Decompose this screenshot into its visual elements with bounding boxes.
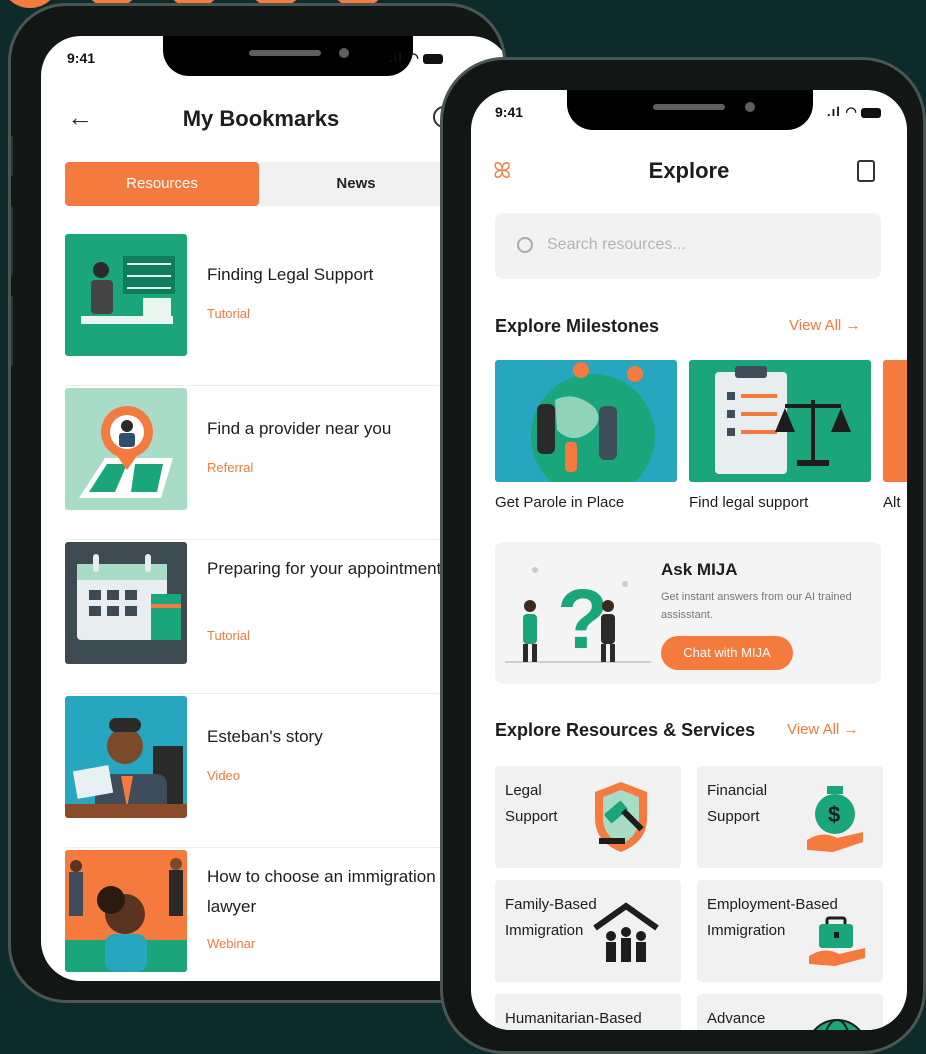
provider-map-illustration [65, 388, 187, 510]
gavel-shield-icon [595, 782, 647, 852]
signal-icon: .ıl [389, 50, 403, 65]
legal-support-illustration [65, 234, 187, 356]
item-title: Find a provider near you [207, 419, 392, 438]
milestone-label: Find legal support [689, 494, 809, 511]
calendar-illustration [65, 542, 187, 664]
milestones-heading: Explore Milestones [495, 316, 660, 336]
list-item[interactable]: Preparing for your appointment Tutorial … [65, 540, 485, 694]
status-icons: .ıl ◠ [827, 104, 881, 120]
bookmark-list: Finding Legal Support Tutorial Find a pr… [65, 232, 485, 981]
item-type: Tutorial [207, 306, 250, 321]
item-type: Webinar [207, 936, 256, 951]
signal-icon: .ıl [827, 104, 841, 119]
wifi-icon: ◠ [407, 50, 420, 65]
briefcase-hand-icon [809, 916, 865, 966]
milestone-label: Alt [883, 494, 901, 511]
clipboard-scales-illustration [689, 360, 871, 482]
svg-text:$: $ [828, 802, 840, 827]
list-item[interactable]: How to choose an immigration lawyer Webi… [65, 848, 485, 981]
explore-screen: 9:41 .ıl ◠ ꕤ Explore Search resources...… [471, 90, 907, 1030]
battery-icon [422, 53, 443, 64]
chat-with-mija-button[interactable]: Chat with MIJA [661, 636, 793, 670]
milestones-view-all[interactable]: View All → [789, 317, 860, 334]
status-time: 9:41 [67, 50, 96, 66]
service-label: Financial Support [707, 782, 768, 825]
item-title: How to choose an immigration lawyer [207, 867, 436, 916]
service-label: Legal Support [505, 782, 558, 825]
wifi-icon: ◠ [845, 104, 858, 119]
item-type: Tutorial [207, 628, 250, 643]
page-title: Explore [648, 158, 730, 183]
status-icons: .ıl ◠ [389, 50, 443, 66]
item-title: Preparing for your appointment [207, 559, 442, 578]
page-title: My Bookmarks [182, 106, 340, 131]
list-item[interactable]: Esteban's story Video › [65, 694, 485, 848]
services-heading: Explore Resources & Services [495, 720, 756, 740]
battery-icon [860, 107, 881, 118]
webinar-lawyer-illustration [65, 850, 187, 972]
hands-icon [563, 1026, 593, 1030]
ask-title: Ask MIJA [661, 560, 738, 579]
bookmarks-screen: 9:41 .ıl ◠ ← My Bookmarks Resources News [41, 36, 503, 981]
arrow-right-icon: → [845, 317, 861, 334]
tab-resources[interactable]: Resources [65, 162, 259, 206]
item-title: Finding Legal Support [207, 265, 374, 284]
bookmarks-phone: 9:41 .ıl ◠ ← My Bookmarks Resources News [8, 3, 506, 1003]
service-financial-support[interactable]: Financial Support $ [697, 766, 883, 868]
notch [567, 90, 813, 130]
bookmark-icon[interactable] [857, 160, 875, 182]
list-item[interactable]: Find a provider near you Referral › [65, 386, 485, 540]
money-bag-hand-icon: $ [807, 786, 863, 852]
ask-description: Get instant answers from our AI trained … [661, 591, 852, 621]
search-input[interactable]: Search resources... [495, 213, 881, 279]
service-legal-support[interactable]: Legal Support [495, 766, 681, 868]
status-time: 9:41 [495, 104, 524, 120]
service-family-based[interactable]: Family-Based Immigration [495, 880, 681, 982]
search-placeholder: Search resources... [547, 236, 686, 253]
globe-icon [813, 1019, 861, 1030]
service-advance[interactable]: Advance [697, 994, 883, 1030]
arrow-right-icon: → [843, 721, 859, 738]
service-employment-based[interactable]: Employment-Based Immigration [697, 880, 883, 982]
service-humanitarian-based[interactable]: Humanitarian-Based [495, 994, 681, 1030]
notch [163, 36, 413, 76]
svg-text:?: ? [557, 572, 608, 666]
family-house-icon [593, 902, 659, 962]
tab-news[interactable]: News [259, 162, 453, 206]
milestone-card-legal[interactable] [689, 360, 871, 482]
milestone-card-parole[interactable] [495, 360, 677, 482]
search-icon [517, 237, 533, 253]
services-view-all[interactable]: View All → [787, 721, 858, 738]
question-people-illustration: ? [505, 567, 651, 666]
milestone-card-alt[interactable] [883, 360, 907, 482]
video-story-illustration [65, 696, 187, 818]
milestone-label: Get Parole in Place [495, 494, 625, 511]
explore-phone: 9:41 .ıl ◠ ꕤ Explore Search resources...… [440, 57, 926, 1054]
item-type: Video [207, 768, 241, 783]
ask-mija-card: ? Ask MIJA Get instant answers from our … [495, 542, 881, 684]
item-title: Esteban's story [207, 727, 323, 746]
family-globe-illustration [495, 360, 677, 482]
item-type: Referral [207, 460, 254, 475]
list-item[interactable]: Finding Legal Support Tutorial [65, 232, 485, 386]
bookmark-tabs: Resources News [65, 162, 485, 206]
